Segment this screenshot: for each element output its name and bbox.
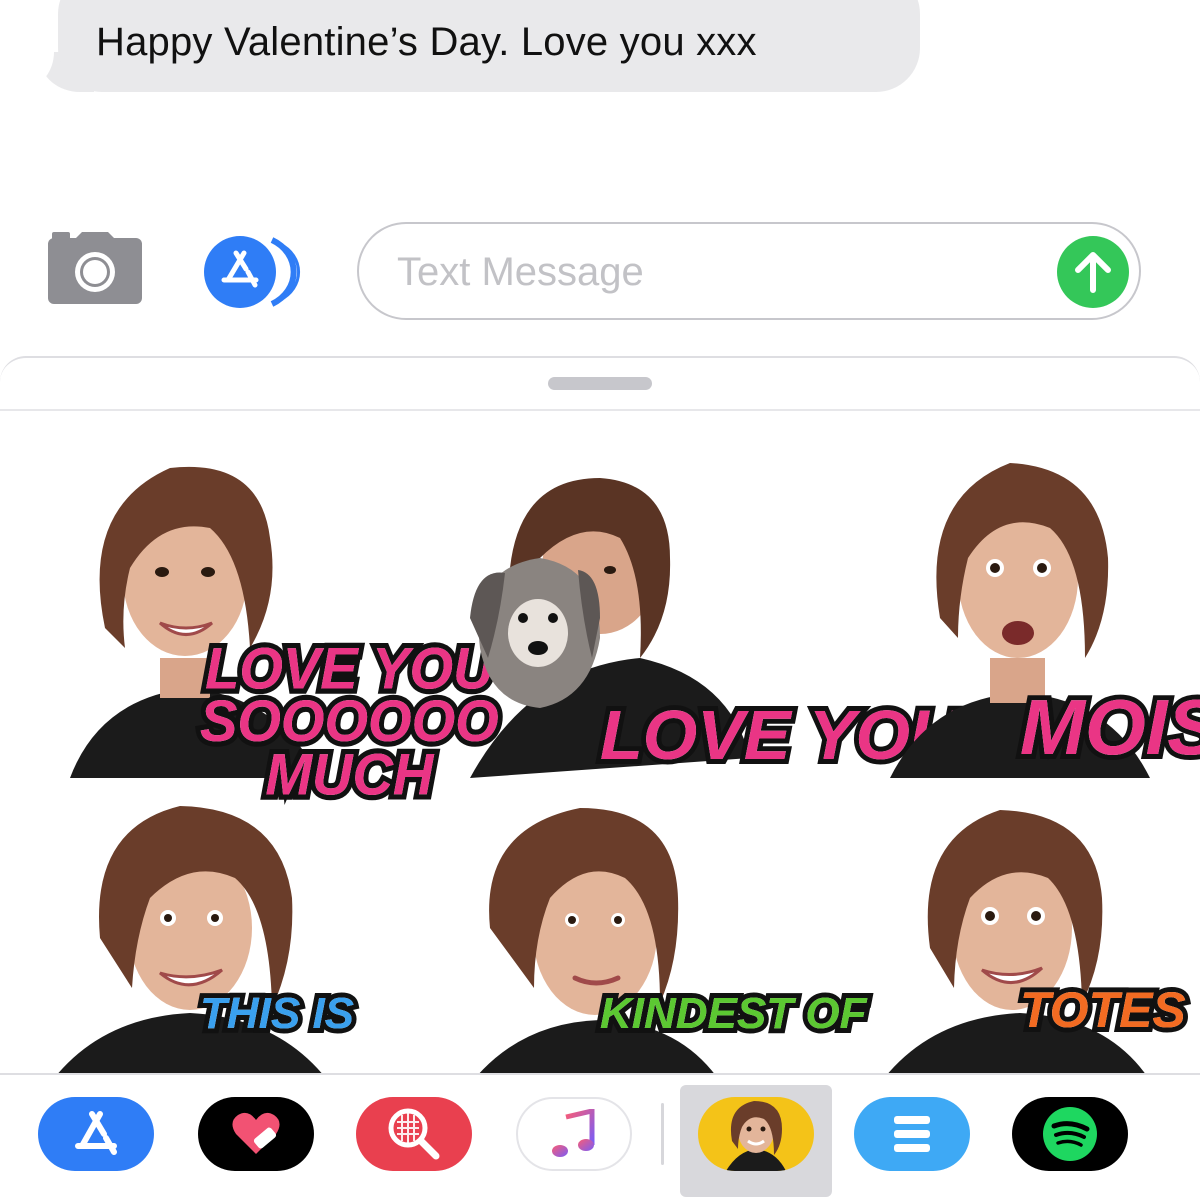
sticker-moist[interactable]: MOIST! bbox=[830, 448, 1200, 808]
sticker-caption-line: MOIST! bbox=[1015, 683, 1200, 771]
arrow-up-icon bbox=[1075, 252, 1111, 293]
drawer-grabber-handle[interactable] bbox=[548, 377, 652, 390]
imessage-app-tray bbox=[0, 1075, 1200, 1200]
tray-app-store[interactable] bbox=[38, 1097, 154, 1171]
message-compose-field[interactable] bbox=[357, 222, 1141, 320]
send-button[interactable] bbox=[1057, 236, 1129, 308]
message-thread: Happy Valentine’s Day. Love you xxx bbox=[0, 0, 1200, 100]
tray-more-apps[interactable] bbox=[854, 1097, 970, 1171]
sticker-love-you-so-much[interactable]: LOVE YOU SOOOOOO MUCH bbox=[10, 448, 504, 809]
sticker-love-you-dog[interactable]: LOVE YOU bbox=[410, 458, 965, 818]
tray-spotify-app[interactable] bbox=[1012, 1097, 1128, 1171]
drawer-divider bbox=[0, 409, 1200, 411]
sticker-pack-icon bbox=[726, 1101, 786, 1171]
music-icon bbox=[552, 1109, 595, 1157]
text-message-input[interactable] bbox=[397, 244, 1037, 300]
tray-image-search-app[interactable] bbox=[356, 1097, 472, 1171]
heart-sticker-icon bbox=[232, 1112, 280, 1154]
sticker-caption-line: TOTES bbox=[1015, 980, 1191, 1040]
tray-heart-stickers-app[interactable] bbox=[198, 1097, 314, 1171]
tray-section-divider bbox=[661, 1103, 664, 1165]
tray-music-app[interactable] bbox=[516, 1097, 632, 1171]
sticker-caption-line: KINDEST OF bbox=[595, 987, 871, 1040]
spotify-icon bbox=[1043, 1107, 1097, 1161]
sticker-caption-line: THIS IS bbox=[195, 987, 359, 1040]
more-apps-icon bbox=[894, 1116, 930, 1152]
camera-button[interactable] bbox=[46, 232, 144, 306]
app-drawer-button[interactable] bbox=[200, 236, 310, 308]
incoming-message-text: Happy Valentine’s Day. Love you xxx bbox=[96, 20, 757, 64]
search-images-icon bbox=[388, 1108, 440, 1160]
app-store-icon bbox=[75, 1111, 117, 1155]
tray-sticker-pack-app[interactable] bbox=[698, 1097, 814, 1171]
app-store-icon bbox=[204, 236, 301, 308]
camera-icon bbox=[48, 232, 142, 304]
